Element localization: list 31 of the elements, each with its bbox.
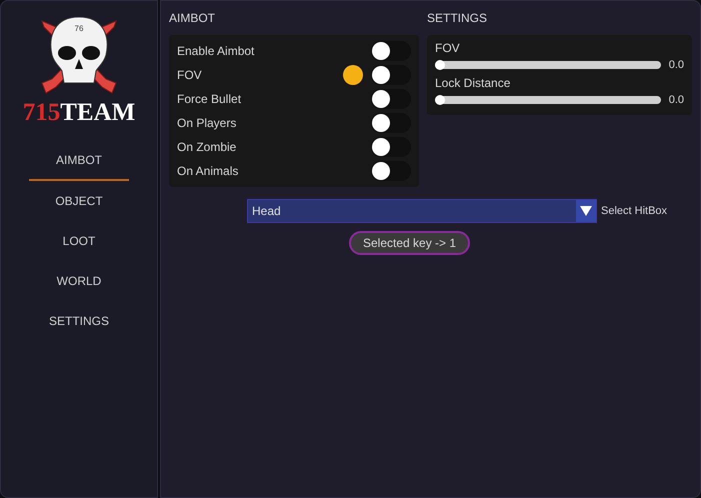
toggle-label: On Players (177, 115, 238, 132)
sidebar-tab[interactable]: AIMBOT (29, 141, 129, 181)
slider-thumb[interactable] (435, 94, 445, 105)
sidebar-tab[interactable]: SETTINGS (29, 301, 129, 341)
toggle-label: Enable Aimbot (177, 43, 256, 60)
section-title: AIMBOT (169, 10, 216, 27)
toggle-switch[interactable] (371, 161, 411, 181)
slider-label: FOV (435, 40, 461, 57)
sidebar-tab[interactable]: WORLD (29, 261, 129, 301)
slider-thumb[interactable] (435, 60, 445, 70)
slider-track[interactable] (435, 96, 661, 104)
slider-track[interactable] (435, 61, 661, 70)
key-button[interactable]: Selected key -> 1 (349, 231, 470, 255)
section-title: SETTINGS (427, 10, 488, 27)
slider-value: 0.0 (668, 92, 684, 108)
dropdown-label: Select HitBox (601, 204, 668, 219)
sidebar-tab[interactable]: OBJECT (29, 181, 129, 221)
logo-text: 715TEAM (22, 100, 136, 125)
toggle-switch[interactable] (371, 41, 411, 61)
sidebar-tab[interactable]: LOOT (29, 221, 129, 261)
toggle-label: On Zombie (177, 139, 238, 156)
slider-value: 0.0 (668, 58, 684, 73)
toggle-label: On Animals (177, 163, 240, 180)
toggle-label: FOV (177, 67, 203, 84)
toggle-switch[interactable] (371, 113, 411, 133)
toggle-label: Force Bullet (177, 91, 242, 108)
toggle-switch[interactable] (371, 89, 411, 109)
toggle-switch[interactable] (371, 65, 411, 85)
hitbox-dropdown[interactable]: Head (247, 199, 597, 223)
slider-label: Lock Distance (435, 74, 512, 92)
toggle-switch[interactable] (371, 137, 411, 157)
